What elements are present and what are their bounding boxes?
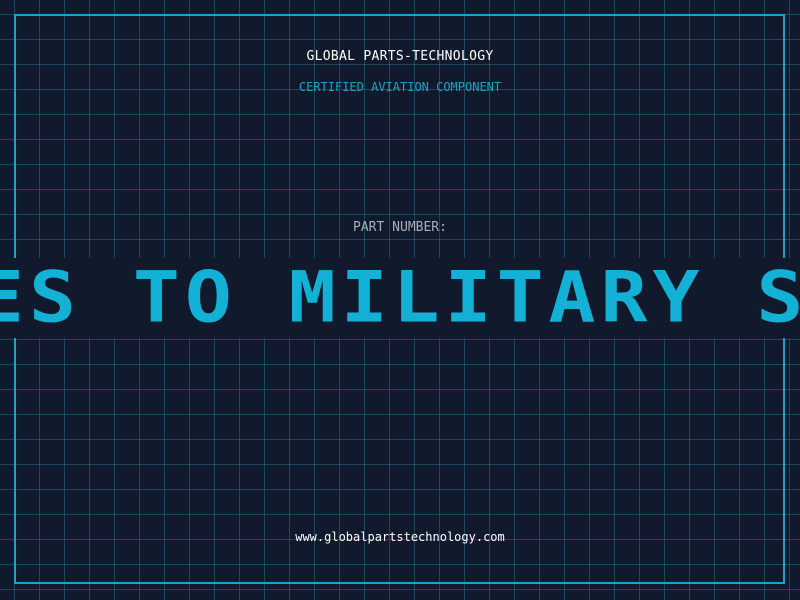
company-name: GLOBAL PARTS-TECHNOLOGY: [306, 49, 494, 64]
part-number-ticker: ES TO MILITARY SCHO: [0, 258, 800, 338]
part-number-label: PART NUMBER:: [353, 220, 447, 235]
certification-subtitle: CERTIFIED AVIATION COMPONENT: [298, 80, 502, 94]
website-url[interactable]: www.globalpartstechnology.com: [0, 530, 800, 544]
ticker-text: ES TO MILITARY SCHO: [0, 258, 800, 338]
